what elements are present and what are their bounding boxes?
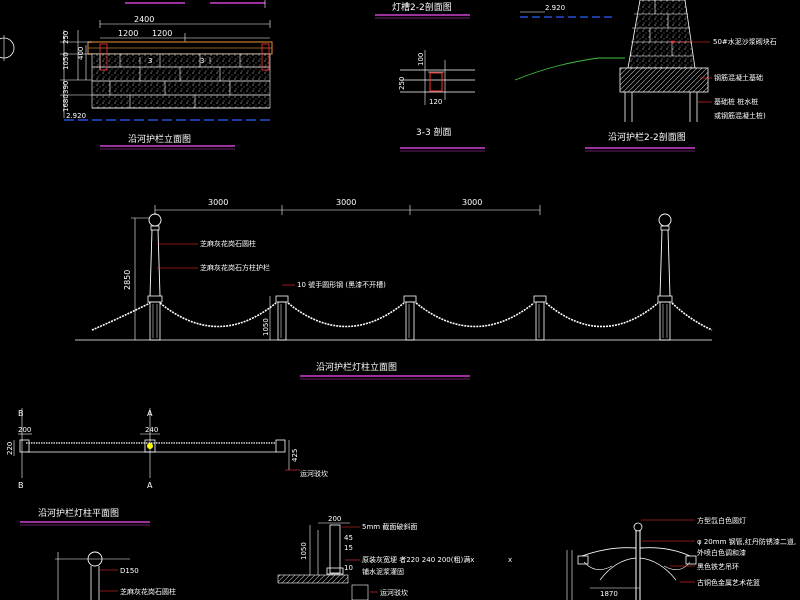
dim-200-plan: 200 [18,426,31,434]
label-granite-round: 芝麻灰花岗石圆柱 [200,239,256,248]
label-stone: 50#水泥沙浆砌块石 [713,37,777,46]
title-section-3-3: 3-3 剖面 [416,126,452,138]
title-lamp-slot-section: 灯槽2-2剖面图 [392,1,452,13]
label-spec-1: 原装灰宽埂 者220 240 200(粗)满x [362,555,474,564]
railing-elevation-view: 2400 1200 1200 3 3 250 1050 400 390 1680… [60,0,273,150]
dim-2850: 2850 [123,270,132,290]
lamp-post-left [147,213,163,341]
label-river-bank-detail: 运河驳坎 [380,588,408,597]
dim-1050-post: 1050 [262,318,270,336]
marker-b-top: B [18,409,24,418]
post-section-detail: 200 1050 45 15 10 5mm 截面破斜面 原装灰宽埂 者220 2… [277,515,512,600]
span-dim-2: 3000 [336,198,356,207]
dim-390: 390 [62,81,70,94]
dim-1050: 1050 [62,52,70,70]
label-spec-2: 铺水泥浆灌固 [362,567,404,576]
marker-a-bottom: A [147,481,153,490]
marker-b-bottom: B [18,481,24,490]
lamp-slot-section-view: 灯槽2-2剖面图 100 250 120 [375,1,475,106]
label-granite-round-detail: 芝麻灰花岗石圆柱 [120,587,176,596]
label-concrete: 钢筋混凝土基础 [714,73,763,82]
label-iron: 黑色铁艺吊环 [697,562,739,571]
title-railing-section-22: 沿河护栏2-2剖面图 [608,131,686,143]
cad-drawing-canvas: 2400 1200 1200 3 3 250 1050 400 390 1680… [0,0,796,600]
dim-1680: 1680 [62,94,70,112]
label-finish: 5mm 截面破斜面 [362,522,417,531]
label-pile-1: 基础桩 桩水桩 [714,97,758,106]
dim-10: 10 [344,564,353,572]
short-post-2 [403,295,417,341]
dim-45: 45 [344,534,353,542]
lamp-head-detail: D150 芝麻灰花岗石圆柱 [55,551,176,600]
label-river-bank-plan: 运河驳坎 [300,469,328,478]
span-dim-3: 3000 [462,198,482,207]
dim-240-plan: 240 [145,426,158,434]
dim-400: 400 [77,47,85,60]
chain-swags [91,302,713,331]
light-bracket-detail: 1870 方型氙白色圆灯 φ 20mm 钢管,红丹防锈漆二道, 外喷白色调和漆 … [566,516,796,600]
dim-220-plan: 220 [6,442,14,455]
dim-1050-detail: 1050 [300,542,308,560]
label-granite-square: 芝麻灰花岗石方柱护栏 [200,263,270,272]
lamp-post-right [657,213,673,341]
label-cast: 古铜色金属艺术花篮 [697,578,760,587]
dim-100: 100 [417,53,425,66]
dim-1870: 1870 [600,590,618,598]
view-marker-circle [0,35,15,61]
title-railing-elevation: 沿河护栏立面图 [128,133,191,145]
dim-425-plan: 425 [291,449,299,462]
dim-1200-b: 1200 [152,29,172,38]
label-tube-2: 外喷白色调和漆 [697,548,746,557]
lamp-plan-view: B A B A 200 240 220 425 运河驳坎 沿河护栏灯柱平面图 [6,408,328,526]
dim-2400: 2400 [134,15,154,24]
dim-120: 120 [429,98,442,106]
title-lamp-elevation: 沿河护栏灯柱立面图 [316,361,397,373]
dim-15: 15 [344,544,353,552]
dim-250: 250 [62,31,70,44]
water-level-22: 2.920 [545,4,565,12]
dim-200-detail: 200 [328,515,341,523]
short-post-1 [275,295,289,341]
spec-mark: x [508,556,512,564]
marker-3-b: 3 [200,57,204,65]
label-pile-2: 或钢筋混凝土桩) [714,111,766,120]
label-tube-1: φ 20mm 钢管,红丹防锈漆二道, [697,537,796,546]
dim-250-slot: 250 [398,77,406,90]
span-dim-1: 3000 [208,198,228,207]
label-lamp: 方型氙白色圆灯 [697,516,746,525]
marker-3-a: 3 [148,57,152,65]
lamp-post-elevation-view: 3000 3000 3000 2850 1050 芝麻灰花岗石圆柱 芝麻灰花岗石… [75,198,713,380]
section-3-3-view: 3-3 剖面 [400,126,485,152]
label-chain: 10 號手圆形钢 (黑漆不开槽) [297,280,386,289]
label-d150: D150 [120,567,139,575]
dim-1200-a: 1200 [118,29,138,38]
railing-section-2-2-view: 2.920 50#水泥沙浆砌块石 钢筋混凝土基础 基础桩 桩水桩 或钢筋混凝土桩… [514,0,777,152]
title-lamp-plan: 沿河护栏灯柱平面图 [38,507,119,519]
short-post-3 [533,295,547,341]
water-level-label: 2.920 [66,112,86,120]
